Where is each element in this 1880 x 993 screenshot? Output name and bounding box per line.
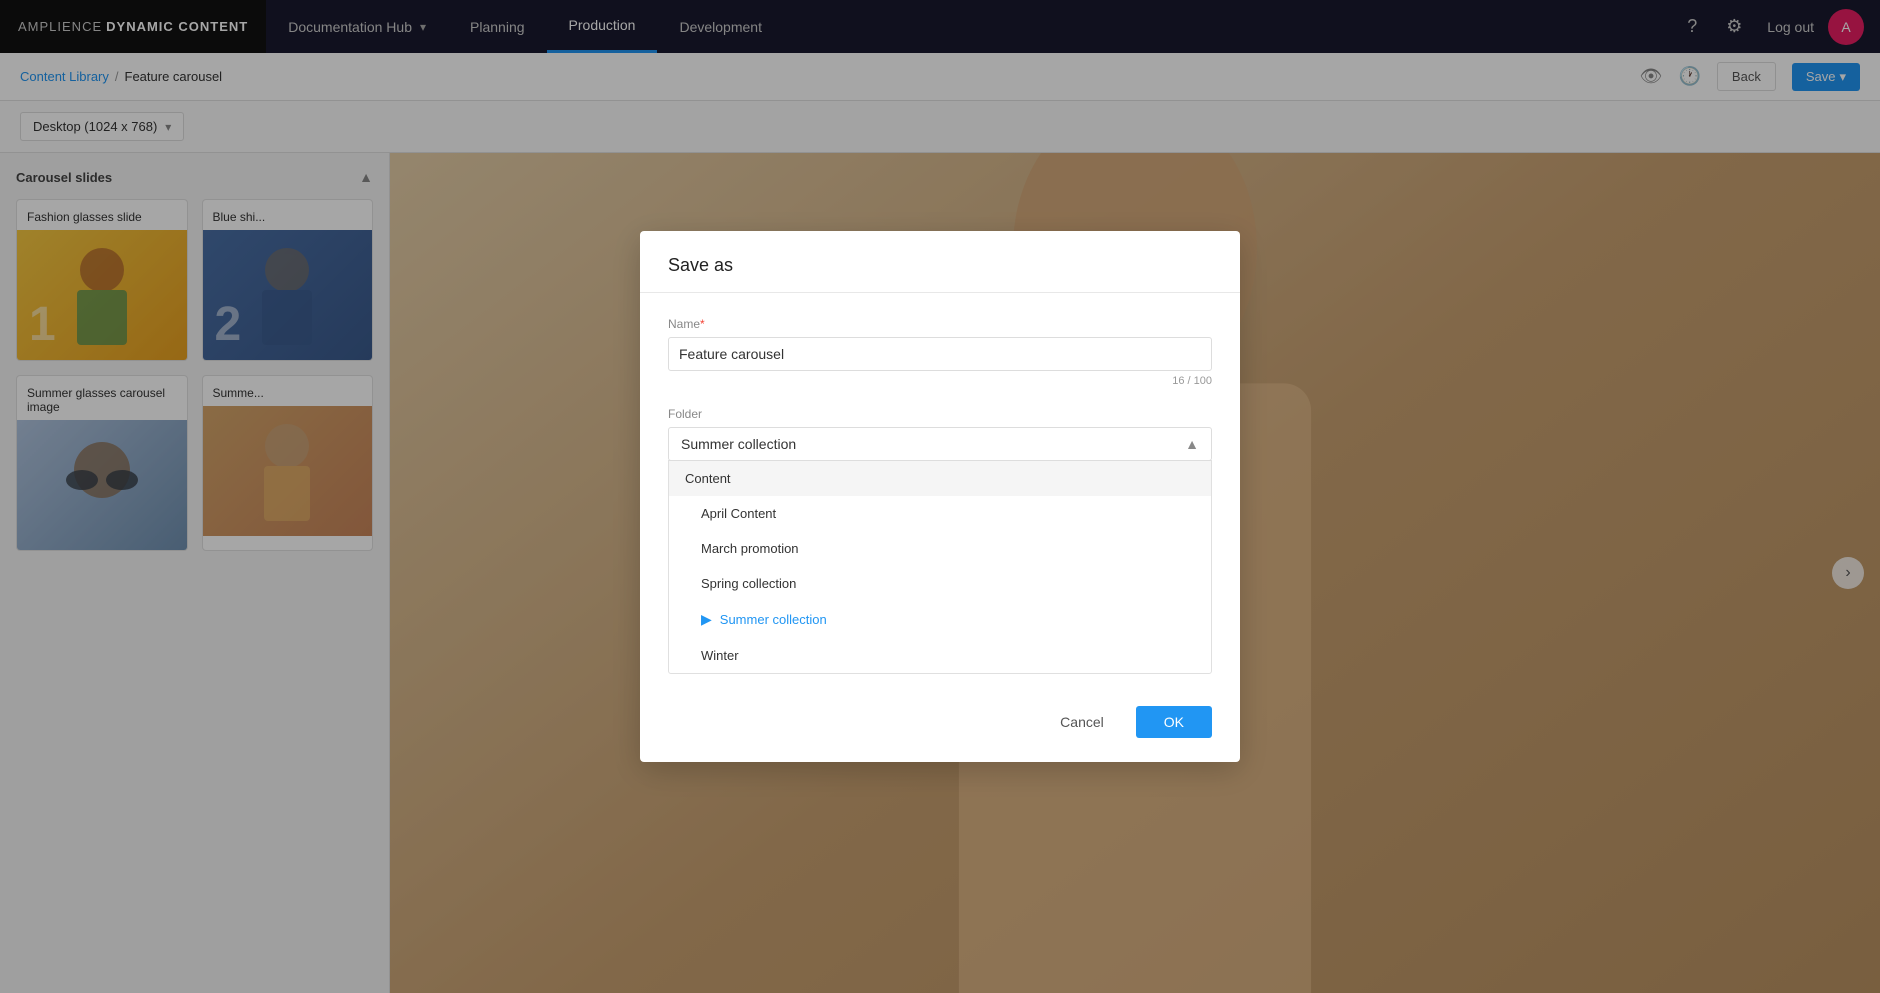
folder-chevron-icon: ▲ (1185, 436, 1199, 452)
active-folder-icon: ▶ (701, 611, 712, 628)
folder-item-april[interactable]: April Content (669, 496, 1211, 531)
name-input[interactable] (668, 337, 1212, 371)
dialog-title: Save as (668, 255, 1212, 276)
ok-button[interactable]: OK (1136, 706, 1212, 738)
folder-selected-value: Summer collection (681, 436, 796, 452)
folder-item-content[interactable]: Content (669, 461, 1211, 496)
folder-section: Folder Summer collection ▲ Content April… (668, 407, 1212, 674)
dialog-footer: Cancel OK (640, 690, 1240, 762)
folder-item-winter[interactable]: Winter (669, 638, 1211, 673)
cancel-button[interactable]: Cancel (1040, 706, 1124, 738)
folder-label: Folder (668, 407, 1212, 421)
char-count: 16 / 100 (668, 375, 1212, 387)
dialog-body: Name* 16 / 100 Folder Summer collection … (640, 293, 1240, 690)
folder-item-march[interactable]: March promotion (669, 531, 1211, 566)
save-as-dialog: Save as Name* 16 / 100 Folder Summer col… (640, 231, 1240, 762)
folder-item-spring[interactable]: Spring collection (669, 566, 1211, 601)
modal-overlay[interactable]: Save as Name* 16 / 100 Folder Summer col… (0, 0, 1880, 993)
dialog-header: Save as (640, 231, 1240, 293)
required-indicator: * (700, 317, 705, 331)
folder-dropdown: Content April Content March promotion Sp… (668, 460, 1212, 674)
folder-item-summer[interactable]: ▶ Summer collection (669, 601, 1211, 638)
name-field-label: Name* (668, 317, 1212, 331)
folder-select-button[interactable]: Summer collection ▲ (668, 427, 1212, 461)
